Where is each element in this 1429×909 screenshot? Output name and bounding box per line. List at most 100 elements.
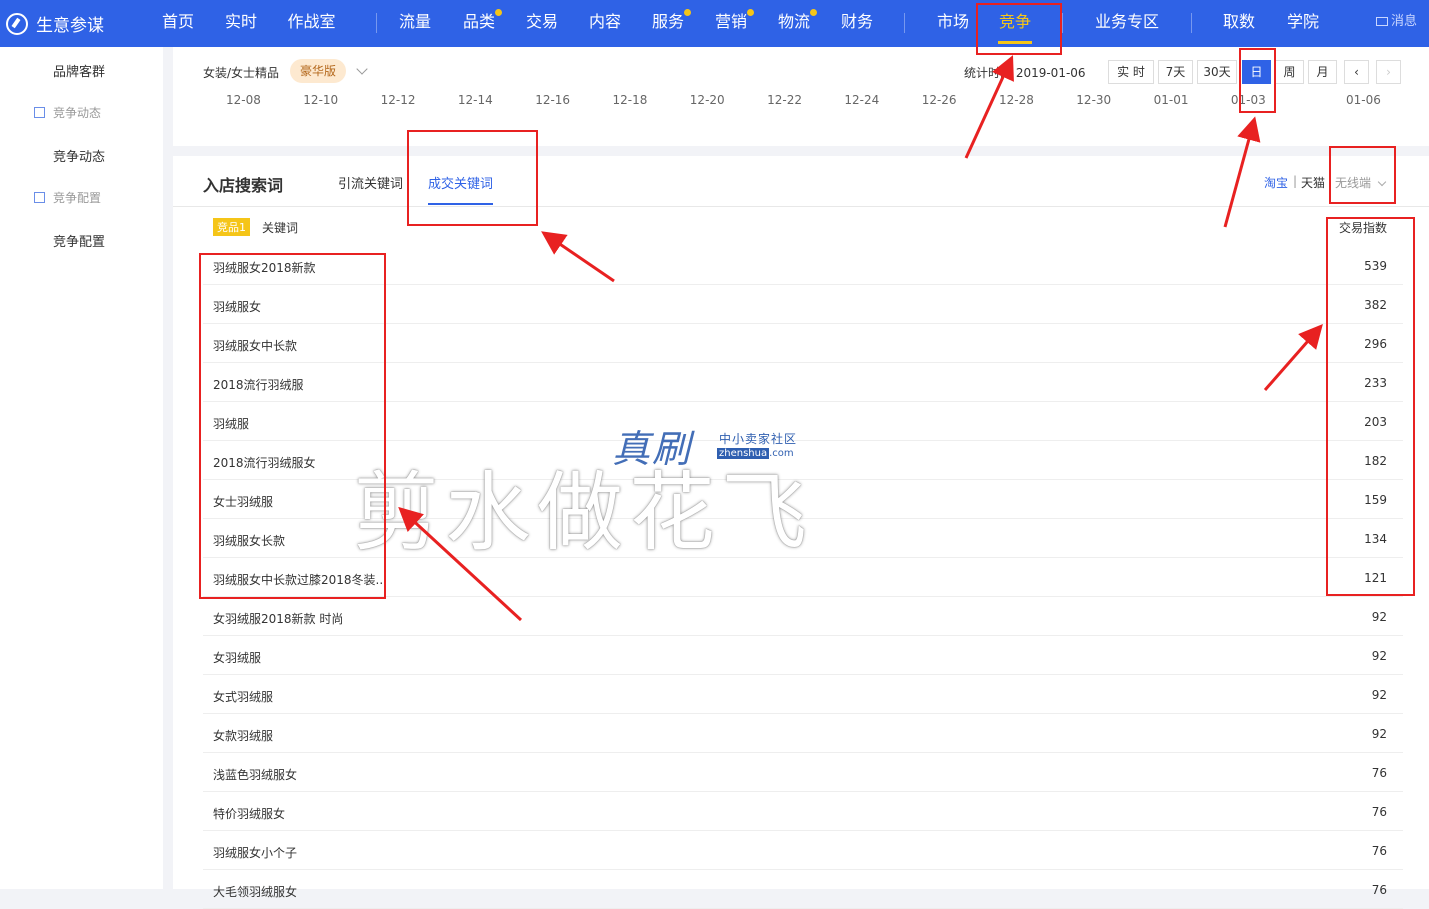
chevron-down-icon[interactable] bbox=[356, 63, 368, 75]
sidebar-item-competition-dynamics[interactable]: 竞争动态 bbox=[0, 146, 163, 165]
sidebar-item-competition-config[interactable]: 竞争配置 bbox=[0, 231, 163, 250]
next-date-button[interactable]: › bbox=[1376, 60, 1401, 84]
nav-item-label: 内容 bbox=[588, 12, 621, 31]
nav-separator bbox=[904, 13, 905, 33]
nav-item-0[interactable]: 首页 bbox=[161, 0, 195, 47]
keyword-cell: 大毛领羽绒服女 bbox=[213, 885, 298, 899]
nav-item-5[interactable]: 交易 bbox=[525, 0, 559, 47]
sidebar-section-label: 竞争动态 bbox=[53, 106, 102, 120]
divider bbox=[173, 206, 1429, 207]
notification-dot-icon bbox=[684, 9, 691, 16]
nav-item-2[interactable]: 作战室 bbox=[287, 0, 336, 47]
messages-link[interactable]: 消息 bbox=[1375, 0, 1417, 47]
table-row[interactable]: 女羽绒服 92 bbox=[203, 636, 1403, 675]
nav-item-9[interactable]: 物流 bbox=[777, 0, 817, 47]
time-button-7d[interactable]: 7天 bbox=[1158, 60, 1193, 84]
nav-item-8[interactable]: 营销 bbox=[714, 0, 754, 47]
time-button-30d[interactable]: 30天 bbox=[1197, 60, 1237, 84]
notification-dot-icon bbox=[747, 9, 754, 16]
sidebar-section-competition-config: 竞争配置 bbox=[0, 189, 163, 206]
trade-index-cell: 92 bbox=[1371, 727, 1387, 741]
table-row[interactable]: 女羽绒服2018新款 时尚 92 bbox=[203, 597, 1403, 636]
nav-item-label: 财务 bbox=[840, 12, 873, 31]
table-row[interactable]: 女式羽绒服 92 bbox=[203, 675, 1403, 714]
tab-traffic-keywords[interactable]: 引流关键词 bbox=[338, 173, 403, 192]
nav-item-4[interactable]: 品类 bbox=[462, 0, 502, 47]
x-axis-tick-label: 12-16 bbox=[535, 93, 571, 107]
sidebar-section-competition-dynamics: 竞争动态 bbox=[0, 104, 163, 121]
keyword-cell: 羽绒服女小个子 bbox=[213, 846, 298, 860]
keyword-cell: 女羽绒服2018新款 时尚 bbox=[213, 612, 344, 626]
x-axis-tick-label: 12-22 bbox=[767, 93, 802, 107]
annotation-box-keywords bbox=[199, 253, 386, 599]
table-row[interactable]: 女款羽绒服 92 bbox=[203, 714, 1403, 753]
trade-index-cell: 76 bbox=[1371, 766, 1387, 780]
x-axis-tick-label: 12-24 bbox=[844, 93, 880, 107]
x-axis-tick-label: 01-06 bbox=[1346, 93, 1381, 107]
x-axis-tick-label: 12-10 bbox=[303, 93, 339, 107]
x-axis-tick-label: 12-30 bbox=[1076, 93, 1112, 107]
annotation-box-trade-index bbox=[1326, 217, 1415, 596]
x-axis-tick-label: 12-28 bbox=[999, 93, 1034, 107]
nav-item-1[interactable]: 实时 bbox=[224, 0, 258, 47]
platform-taobao[interactable]: 淘宝 bbox=[1264, 174, 1288, 191]
time-button-realtime[interactable]: 实 时 bbox=[1108, 60, 1154, 84]
trade-index-cell: 76 bbox=[1371, 805, 1387, 819]
nav-item-label: 流量 bbox=[398, 12, 431, 31]
annotation-box-day-button bbox=[1239, 48, 1276, 113]
brand[interactable]: 生意参谋 bbox=[0, 11, 150, 36]
panel-title: 入店搜索词 bbox=[203, 176, 284, 195]
nav-separator bbox=[376, 13, 377, 33]
nav-item-3[interactable]: 流量 bbox=[398, 0, 432, 47]
notification-dot-icon bbox=[495, 9, 502, 16]
sidebar: 品牌客群 竞争动态 竞争动态 竞争配置 竞争配置 bbox=[0, 47, 163, 889]
watermark-overlay-text: 剪水做花飞 bbox=[353, 463, 813, 563]
sidebar-section-label: 竞争配置 bbox=[53, 191, 102, 205]
envelope-icon bbox=[1375, 17, 1388, 26]
nav-item-label: 作战室 bbox=[287, 12, 336, 31]
nav-separator bbox=[1062, 13, 1063, 33]
notification-dot-icon bbox=[810, 9, 817, 16]
trade-index-cell: 76 bbox=[1371, 883, 1387, 897]
nav-item-11[interactable]: 市场 bbox=[936, 0, 970, 47]
nav-item-label: 物流 bbox=[777, 12, 810, 31]
trade-index-cell: 76 bbox=[1371, 844, 1387, 858]
platform-tmall[interactable]: 天猫 bbox=[1301, 174, 1325, 191]
keyword-cell: 特价羽绒服女 bbox=[213, 807, 286, 821]
nav-separator bbox=[1191, 13, 1192, 33]
nav-item-10[interactable]: 财务 bbox=[840, 0, 874, 47]
time-button-week[interactable]: 周 bbox=[1275, 60, 1304, 84]
annotation-box-deal-keywords-tab bbox=[407, 130, 538, 226]
nav-item-label: 业务专区 bbox=[1094, 12, 1159, 31]
nav-item-label: 学院 bbox=[1286, 12, 1319, 31]
nav-item-15[interactable]: 学院 bbox=[1286, 0, 1320, 47]
x-axis-tick-label: 01-01 bbox=[1153, 93, 1189, 107]
table-row[interactable]: 大毛领羽绒服女 76 bbox=[203, 870, 1403, 909]
keyword-cell: 女羽绒服 bbox=[213, 651, 262, 665]
time-button-month[interactable]: 月 bbox=[1308, 60, 1337, 84]
trade-index-cell: 92 bbox=[1371, 610, 1387, 624]
table-row[interactable]: 特价羽绒服女 76 bbox=[203, 792, 1403, 831]
x-axis-tick-label: 12-14 bbox=[457, 93, 493, 107]
x-axis-tick-label: 12-08 bbox=[226, 93, 261, 107]
nav-item-label: 服务 bbox=[651, 12, 684, 31]
nav-item-6[interactable]: 内容 bbox=[588, 0, 622, 47]
nav-item-14[interactable]: 取数 bbox=[1222, 0, 1256, 47]
nav-item-7[interactable]: 服务 bbox=[651, 0, 691, 47]
keyword-cell: 浅蓝色羽绒服女 bbox=[213, 768, 298, 782]
nav-item-label: 实时 bbox=[224, 12, 257, 31]
nav-item-13[interactable]: 业务专区 bbox=[1094, 0, 1160, 47]
table-row[interactable]: 浅蓝色羽绒服女 76 bbox=[203, 753, 1403, 792]
sidebar-item-label: 品牌客群 bbox=[53, 65, 106, 80]
prev-date-button[interactable]: ‹ bbox=[1344, 60, 1369, 84]
keyword-cell: 女式羽绒服 bbox=[213, 690, 274, 704]
nav-item-label: 品类 bbox=[462, 12, 495, 31]
building-icon bbox=[34, 192, 45, 203]
competitor-badge: 竞品1 bbox=[213, 218, 250, 236]
platform-separator: | bbox=[1293, 174, 1298, 188]
sidebar-item-brand-audience[interactable]: 品牌客群 bbox=[0, 61, 163, 80]
x-axis-tick-label: 12-18 bbox=[612, 93, 648, 107]
category-breadcrumb[interactable]: 女装/女士精品 bbox=[203, 64, 279, 81]
nav-item-label: 营销 bbox=[714, 12, 747, 31]
table-row[interactable]: 羽绒服女小个子 76 bbox=[203, 831, 1403, 870]
